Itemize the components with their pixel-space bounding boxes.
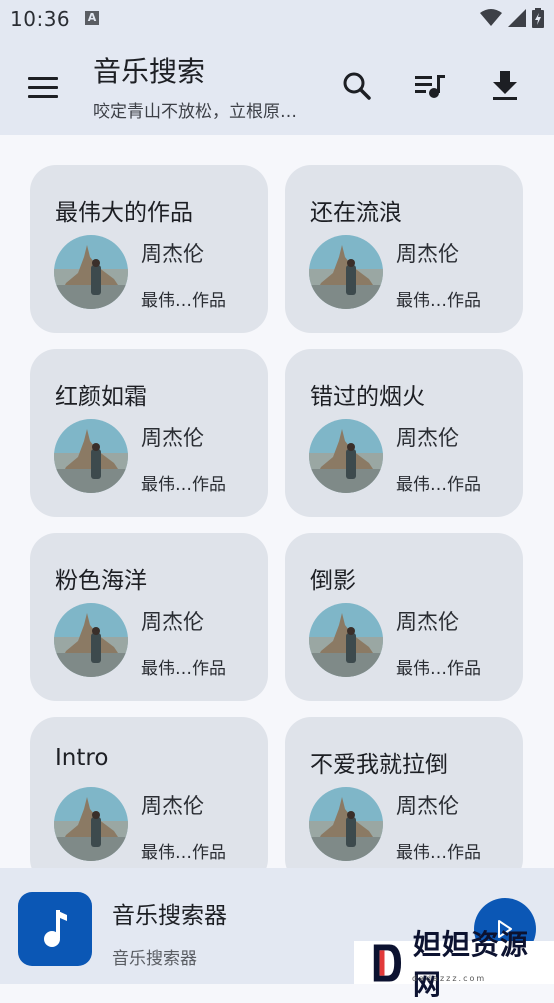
playlist-button[interactable] [408,64,452,108]
song-album: 最伟…作品 [141,291,226,311]
song-title: 不爱我就拉倒 [310,752,448,778]
song-album: 最伟…作品 [396,843,481,863]
battery-icon [532,8,544,28]
status-bar: 10:36 A [0,0,554,36]
player-subtitle: 音乐搜索器 [112,949,197,969]
song-card[interactable]: 还在流浪 周杰伦 最伟…作品 [285,165,523,333]
song-card[interactable]: Intro 周杰伦 最伟…作品 [30,717,268,885]
song-title: 粉色海洋 [55,568,147,594]
song-album: 最伟…作品 [396,659,481,679]
song-card[interactable]: 不爱我就拉倒 周杰伦 最伟…作品 [285,717,523,885]
song-artist: 周杰伦 [141,242,204,266]
page-title: 音乐搜索 [93,55,206,88]
song-title: 红颜如霜 [55,384,147,410]
album-cover [309,419,383,493]
song-title: 错过的烟火 [310,384,425,410]
song-card[interactable]: 红颜如霜 周杰伦 最伟…作品 [30,349,268,517]
page-subtitle: 咬定青山不放松，立根原… [93,102,297,122]
song-artist: 周杰伦 [396,426,459,450]
album-cover [54,419,128,493]
signal-icon [508,9,526,27]
song-artist: 周杰伦 [141,794,204,818]
search-icon [343,72,371,100]
song-album: 最伟…作品 [396,475,481,495]
album-cover [309,603,383,677]
watermark: 妲妲资源网 dadazzz.com [354,928,554,1001]
song-album: 最伟…作品 [141,475,226,495]
menu-icon[interactable] [22,66,64,108]
song-album: 最伟…作品 [396,291,481,311]
notification-a-icon: A [85,11,99,25]
album-cover [54,603,128,677]
status-time: 10:36 [10,7,71,31]
song-artist: 周杰伦 [396,242,459,266]
song-title: 倒影 [310,568,356,594]
watermark-text: 妲妲资源网 [412,927,529,1001]
song-card[interactable]: 粉色海洋 周杰伦 最伟…作品 [30,533,268,701]
song-album: 最伟…作品 [141,659,226,679]
song-artist: 周杰伦 [396,794,459,818]
music-note-icon [44,910,67,947]
song-artist: 周杰伦 [141,610,204,634]
song-grid: 最伟大的作品 周杰伦 最伟…作品 还在流浪 周杰伦 最伟…作品 红颜如霜 周杰伦… [30,165,524,885]
song-title: 最伟大的作品 [55,200,193,226]
download-icon [493,71,517,100]
song-title: Intro [55,745,109,771]
album-cover [309,787,383,861]
song-card[interactable]: 倒影 周杰伦 最伟…作品 [285,533,523,701]
player-title: 音乐搜索器 [112,903,227,929]
song-artist: 周杰伦 [396,610,459,634]
song-artist: 周杰伦 [141,426,204,450]
album-cover [309,235,383,309]
watermark-url: dadazzz.com [412,974,487,983]
queue-music-icon [415,75,445,98]
song-title: 还在流浪 [310,200,402,226]
top-app-bar: 音乐搜索 咬定青山不放松，立根原… [0,36,554,135]
player-artwork [18,892,92,966]
search-button[interactable] [335,64,379,108]
watermark-logo-icon [373,944,402,981]
album-cover [54,235,128,309]
wifi-icon [480,9,502,26]
song-album: 最伟…作品 [141,843,226,863]
status-icons [480,8,544,28]
album-cover [54,787,128,861]
download-button[interactable] [483,64,527,108]
song-card[interactable]: 错过的烟火 周杰伦 最伟…作品 [285,349,523,517]
song-card[interactable]: 最伟大的作品 周杰伦 最伟…作品 [30,165,268,333]
